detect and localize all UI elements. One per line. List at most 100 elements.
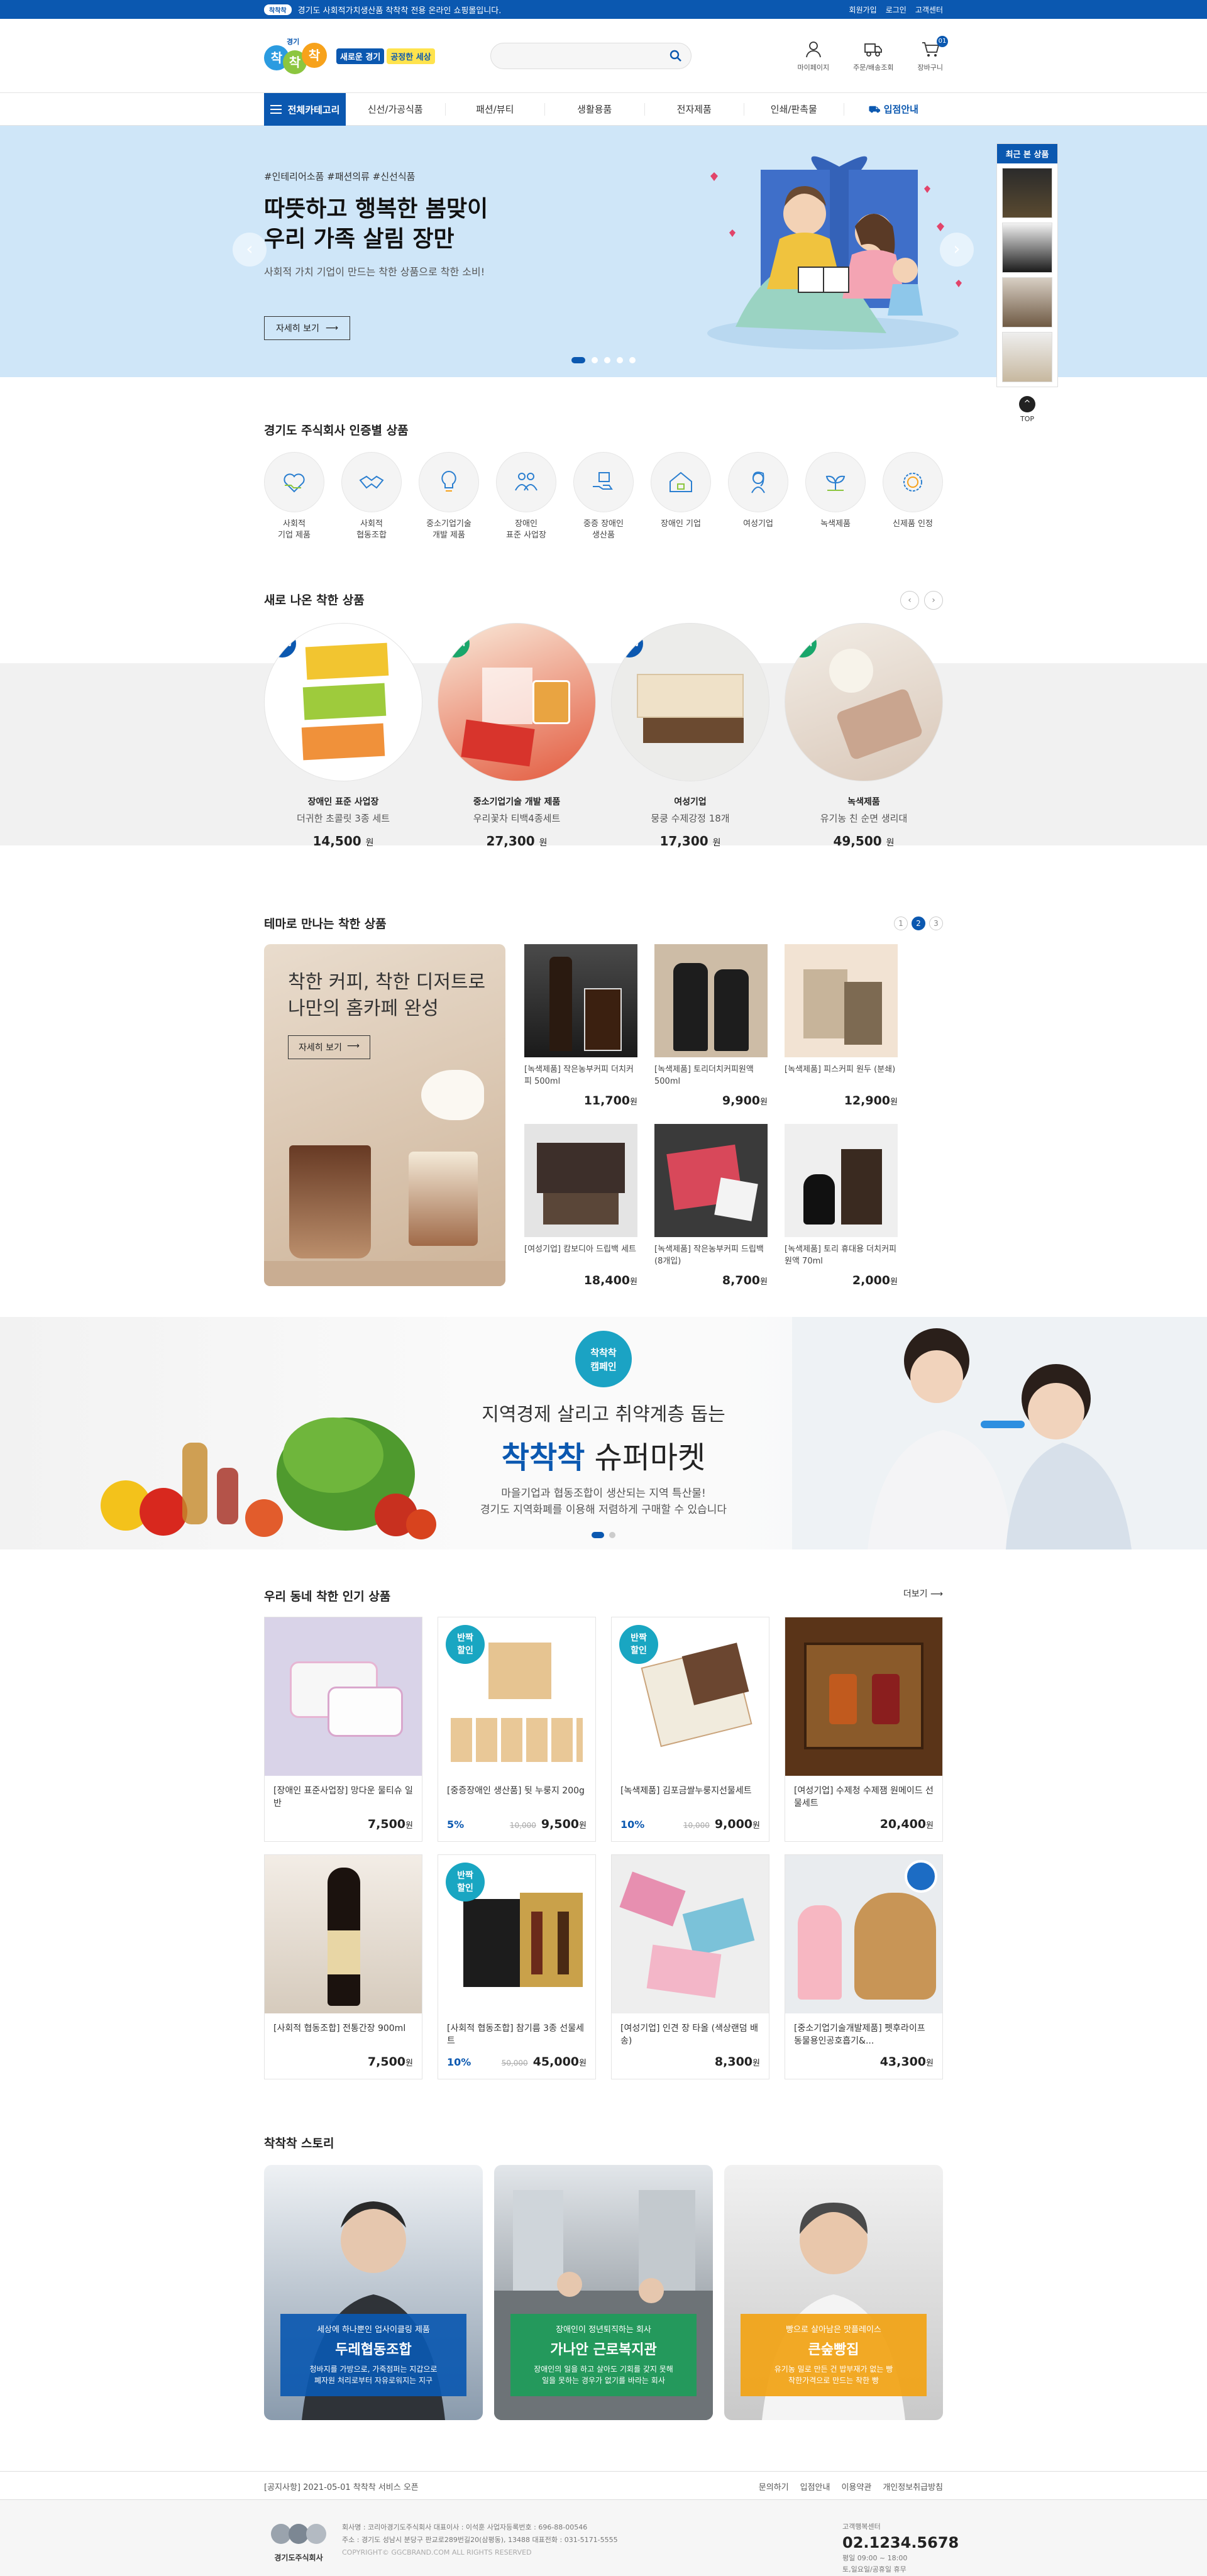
story-card[interactable]: 세상에 하나뿐인 업사이클링 제품 두레협동조합 청바지를 가방으로, 가죽점퍼는 … — [264, 2165, 483, 2420]
hero-dot[interactable] — [571, 357, 585, 363]
order-tracking-button[interactable]: 주문/배송조회 — [853, 40, 894, 72]
footer-link-vendor[interactable]: 입점안내 — [800, 2480, 830, 2492]
main-nav: 전체카테고리 신선/가공식품 패션/뷰티 생활용품 전자제품 인쇄/판촉물 ⛟ … — [0, 93, 1207, 126]
product-image — [785, 944, 898, 1057]
product-card[interactable]: [녹색제품] 토리 휴대용 더치커피원액 70ml 2,000원 — [785, 1124, 898, 1287]
flash-sale-badge: 반짝 할인 — [619, 1625, 658, 1664]
campaign-line1: 지역경제 살리고 취약계층 돕는 — [482, 1404, 725, 1426]
campaign-dot[interactable] — [592, 1532, 604, 1538]
site-header: 경기 착 착 착 새로운 경기 공정한 세상 마이페이지 주문/배송조회 장바구… — [0, 19, 1207, 93]
recent-thumb[interactable] — [1002, 223, 1052, 273]
product-card[interactable]: NEW 여성기업 뭉쿵 수제강정 18개 17,300 원 — [611, 623, 769, 849]
page-button[interactable]: 2 — [912, 916, 925, 930]
hero-dot[interactable] — [604, 357, 610, 363]
product-card[interactable]: [녹색제품] 작은농부커피 드립백(8개입) 8,700원 — [654, 1124, 768, 1287]
recent-thumb[interactable] — [1002, 168, 1052, 218]
hand-gift-icon — [593, 472, 613, 490]
cert-item-sme-tech[interactable]: 중소기업기술 개발 제품 — [419, 452, 479, 541]
campaign-dot[interactable] — [609, 1532, 615, 1538]
flash-sale-badge: 반짝 할인 — [446, 1625, 485, 1664]
section-title: 테마로 만나는 착한 상품 — [264, 917, 387, 931]
story-card[interactable]: 빵으로 살아남은 맛플레이스 큰숲빵집 유기농 밀로 만든 건 밥부재가 없는 빵 … — [724, 2165, 943, 2420]
hero-more-button[interactable]: 자세히 보기 ⟶ — [264, 316, 350, 340]
product-image: NEW — [611, 623, 769, 781]
product-card[interactable]: 반짝 할인 [녹색제품] 김포금쌀누룽지선물세트 10% 10,000 9,000원 — [611, 1617, 769, 1842]
family-reading-illustration — [707, 156, 962, 350]
cert-item-social-enterprise[interactable]: 사회적 기업 제품 — [264, 452, 324, 541]
footer-link-privacy[interactable]: 개인정보취급방침 — [883, 2480, 943, 2492]
popular-more-link[interactable]: 더보기 ⟶ — [903, 1587, 943, 1604]
product-card[interactable]: [여성기업] 캄보디아 드립백 세트 18,400원 — [524, 1124, 637, 1287]
heart-hands-icon — [284, 473, 305, 493]
product-card[interactable]: [여성기업] 인견 장 타올 (색상랜덤 배송) 8,300원 — [611, 1854, 769, 2079]
product-card[interactable]: [여성기업] 수제청 수제잼 원메이드 선물세트 20,400원 — [785, 1617, 943, 1842]
product-image: BEST — [438, 623, 596, 781]
new-prev-button[interactable]: ‹ — [900, 591, 919, 610]
recent-thumb[interactable] — [1002, 332, 1052, 382]
campaign-banner[interactable]: 착착착 캠페인 지역경제 살리고 취약계층 돕는 착착착 슈퍼마켓 마을기업과 … — [0, 1317, 1207, 1549]
cert-item-severe-disabled[interactable]: 중증 장애인 생산품 — [573, 452, 634, 541]
search-input[interactable] — [491, 43, 691, 69]
product-card[interactable]: [녹색제품] 피스커피 원두 (분쇄) 12,900원 — [785, 944, 898, 1108]
cert-item-women-enterprise[interactable]: 여성기업 — [728, 452, 788, 541]
cert-item-disabled-standard[interactable]: 장애인 표준 사업장 — [496, 452, 556, 541]
nav-item-living[interactable]: 생활용품 — [545, 103, 645, 116]
product-card[interactable]: [녹색제품] 토리더치커피원액 500ml 9,900원 — [654, 944, 768, 1108]
new-next-button[interactable]: › — [924, 591, 943, 610]
product-card[interactable]: BEST 녹색제품 유기농 친 순면 생리대 49,500 원 — [785, 623, 943, 849]
theme-feature-banner[interactable]: 착한 커피, 착한 디저트로 나만의 홈카페 완성 자세히 보기 ⟶ — [264, 944, 505, 1286]
nav-item-electronics[interactable]: 전자제품 — [645, 103, 744, 116]
hero-dot[interactable] — [592, 357, 598, 363]
footer-logo-mark — [271, 2524, 326, 2544]
mypage-button[interactable]: 마이페이지 — [797, 40, 829, 72]
nep-badge-icon — [903, 473, 922, 492]
theme-more-button[interactable]: 자세히 보기 ⟶ — [288, 1035, 370, 1059]
nav-item-fresh-food[interactable]: 신선/가공식품 — [346, 103, 446, 116]
page-button[interactable]: 1 — [894, 916, 908, 930]
login-link[interactable]: 로그인 — [886, 4, 907, 15]
nav-item-vendor-guide[interactable]: ⛟ 입점안내 — [844, 103, 944, 116]
page-button[interactable]: 3 — [929, 916, 943, 930]
recent-thumb[interactable] — [1002, 277, 1052, 328]
customer-center-link[interactable]: 고객센터 — [915, 4, 943, 15]
hero-dot[interactable] — [629, 357, 636, 363]
product-card[interactable]: [녹색제품] 작은농부커피 더치커피 500ml 11,700원 — [524, 944, 637, 1108]
new-products-section: 새로 나온 착한 상품 ‹ › NEW 장애인 표준 사업장 더귀한 초콜릿 3… — [0, 559, 1207, 874]
search-box — [490, 43, 692, 69]
logo-slogan: 새로운 경기 공정한 세상 — [336, 48, 435, 64]
cert-item-new-product[interactable]: 신제품 인정 — [883, 452, 943, 541]
product-card[interactable]: BEST 중소기업기술 개발 제품 우리꽃차 티백4종세트 27,300 원 — [438, 623, 596, 849]
footer-link-inquiry[interactable]: 문의하기 — [759, 2480, 789, 2492]
hero-dot[interactable] — [617, 357, 623, 363]
cert-item-social-coop[interactable]: 사회적 협동조합 — [341, 452, 402, 541]
truck-icon: ⛟ — [868, 104, 884, 115]
hero-title-line1: 따뜻하고 행복한 봄맞이 — [264, 196, 488, 222]
scroll-top-button[interactable]: ^ TOP — [996, 396, 1058, 423]
product-card[interactable]: [사회적 협동조합] 전통간장 900ml 7,500원 — [264, 1854, 422, 2079]
hero-prev-button[interactable]: ‹ — [233, 233, 267, 267]
cert-item-green-product[interactable]: 녹색제품 — [805, 452, 866, 541]
product-card[interactable]: [장애인 표준사업장] 망다운 물티슈 일반 7,500원 — [264, 1617, 422, 1842]
product-card[interactable]: 반짝 할인 [사회적 협동조합] 참기름 3종 선물세트 10% 50,000 45,… — [438, 1854, 596, 2079]
product-image — [612, 1855, 769, 2013]
join-link[interactable]: 회원가입 — [849, 4, 877, 15]
logo-mark: 경기 착 착 착 — [264, 36, 330, 75]
product-card[interactable]: 반짝 할인 [중증장애인 생산품] 뒷 누룽지 200g 5% 10,000 9,50… — [438, 1617, 596, 1842]
footer-company-info: 회사명 : 코리아경기도주식회사 대표이사 : 이석훈 사업자등록번호 : 69… — [342, 2523, 588, 2531]
product-image: NEW — [264, 623, 422, 781]
nav-item-fashion-beauty[interactable]: 패션/뷰티 — [446, 103, 545, 116]
product-image — [524, 1124, 637, 1237]
product-card[interactable]: NEW 장애인 표준 사업장 더귀한 초콜릿 3종 세트 14,500 원 — [264, 623, 422, 849]
cart-button[interactable]: 장바구니 01 — [918, 36, 948, 72]
search-icon[interactable] — [670, 50, 682, 62]
all-category-button[interactable]: 전체카테고리 — [264, 93, 346, 126]
site-logo[interactable]: 경기 착 착 착 새로운 경기 공정한 세상 — [264, 36, 484, 75]
product-card[interactable]: [중소기업기술개발제품] 펫후라이프 동물용인공호흡기&... 43,300원 — [785, 1854, 943, 2079]
footer-link-terms[interactable]: 이용약관 — [841, 2480, 871, 2492]
theme-feature-title: 착한 커피, 착한 디저트로 나만의 홈카페 완성 — [288, 971, 486, 1020]
story-card[interactable]: 장애인이 정년퇴직하는 회사 가나안 근로복지관 장애인의 일을 하고 살아도 기회… — [494, 2165, 713, 2420]
house-icon — [670, 471, 692, 492]
notice-link[interactable]: [공지사항] 2021-05-01 착착착 서비스 오픈 — [264, 2480, 419, 2492]
nav-item-printing[interactable]: 인쇄/판촉물 — [744, 103, 844, 116]
cert-item-disabled-enterprise[interactable]: 장애인 기업 — [651, 452, 711, 541]
